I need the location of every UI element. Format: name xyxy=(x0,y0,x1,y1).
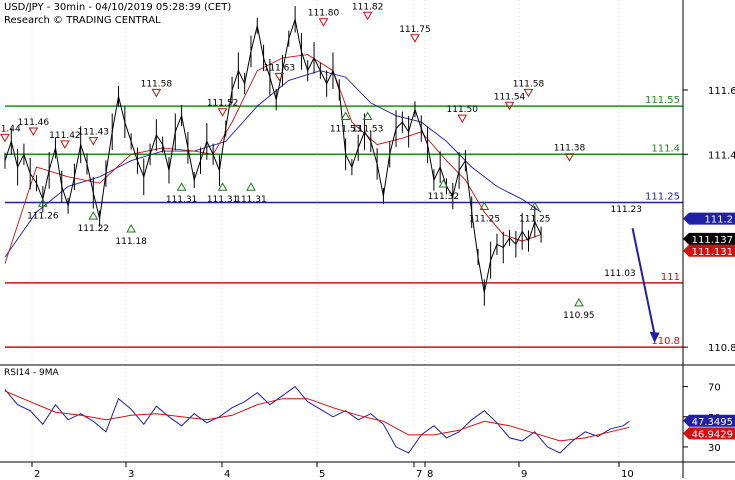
swing-high-marker xyxy=(410,34,420,43)
x-tick-label: 5 xyxy=(319,469,325,480)
projection xyxy=(631,228,660,343)
swing-low-label: 111.31 xyxy=(166,195,198,205)
price-tag-label: 111.137 xyxy=(692,235,733,246)
chart-subtitle: Research © TRADING CENTRAL xyxy=(4,15,161,26)
swing-low-label: 111.31 xyxy=(207,195,239,205)
level-label: 111.4 xyxy=(651,143,680,154)
swing-high-marker xyxy=(318,18,329,27)
swing-low-label: 110.95 xyxy=(563,311,595,321)
grid-layer xyxy=(31,0,620,462)
axes: 234578910111.6111.4111.1110.8 xyxy=(0,0,735,480)
swing-low-marker xyxy=(574,297,584,307)
swing-high-label: 111.38 xyxy=(554,144,586,154)
swing-low-label: 111.25 xyxy=(469,215,501,225)
swing-low-label: 111.26 xyxy=(27,211,59,221)
swing-low-label: 111.31 xyxy=(235,195,267,205)
swing-high-label: 111.63 xyxy=(264,63,296,73)
swing-low-label: 111.18 xyxy=(115,237,147,247)
x-tick-label: 2 xyxy=(34,469,40,480)
swing-markers: 111.44111.46111.26111.42111.43111.22111.… xyxy=(0,2,642,321)
swing-high-label: 111.58 xyxy=(513,79,545,89)
swing-low-label: 111.22 xyxy=(78,224,110,234)
swing-high-label: 111.50 xyxy=(447,105,479,115)
x-tick-label: 3 xyxy=(128,469,134,480)
swing-low-marker xyxy=(246,182,256,191)
y-tick-label: 111.4 xyxy=(708,150,735,161)
swing-high-marker xyxy=(60,140,70,149)
swing-high-label: 111.52 xyxy=(207,99,239,109)
swing-high-marker xyxy=(362,11,373,21)
price-annotation: 111.23 xyxy=(610,205,642,215)
swing-high-marker xyxy=(0,133,10,143)
swing-high-label: 111.54 xyxy=(494,92,526,102)
rsi-label: RSI14 - 9MA xyxy=(4,368,59,378)
swing-low-label: 111.32 xyxy=(428,192,460,202)
swing-high-label: 111.43 xyxy=(78,128,110,138)
y-tick-label: 110.8 xyxy=(708,343,735,354)
swing-high-marker xyxy=(151,88,162,98)
swing-low-label: 111.25 xyxy=(519,215,551,225)
rsi-tag-label: 47.3495 xyxy=(692,417,733,428)
price-tag-label: 111.131 xyxy=(692,247,733,258)
price-tag-label: 111.2 xyxy=(704,215,733,226)
level-label: 111.55 xyxy=(645,95,680,106)
y-tick-label: 111.6 xyxy=(708,86,735,97)
rsi-tag-label: 46.9429 xyxy=(692,429,733,440)
swing-low-marker xyxy=(479,201,490,210)
swing-high-label: 111.75 xyxy=(399,25,431,35)
rsi-y-tick-label: 70 xyxy=(708,383,721,394)
swing-high-label: 111.42 xyxy=(49,131,81,141)
usdjpy-chart: 111.55111.4111.25111110.8 111.44111.4611… xyxy=(0,0,735,480)
swing-high-marker xyxy=(217,108,228,117)
swing-low-marker xyxy=(88,211,99,220)
swing-high-marker xyxy=(523,88,534,98)
swing-low-label: 111.53 xyxy=(352,125,384,135)
swing-high-marker xyxy=(88,137,99,146)
price-annotation: 111.03 xyxy=(604,269,636,279)
swing-low-marker xyxy=(176,182,187,191)
swing-high-marker xyxy=(457,114,468,124)
swing-high-label: 111.58 xyxy=(141,79,173,89)
rsi-y-tick-label: 30 xyxy=(708,443,721,454)
price-tags: 111.2 111.137111.131 xyxy=(683,212,735,258)
chart-title: USD/JPY - 30min - 04/10/2019 05:28:39 (C… xyxy=(4,2,232,13)
swing-high-label: 111.46 xyxy=(18,118,50,128)
x-tick-label: 4 xyxy=(224,469,230,480)
level-label: 111.25 xyxy=(645,192,680,203)
swing-high-label: 111.82 xyxy=(352,2,384,12)
x-tick-label: 7 xyxy=(416,469,422,480)
projection-arrow-shaft xyxy=(631,228,656,335)
x-tick-label: 9 xyxy=(521,469,527,480)
x-tick-label: 10 xyxy=(621,469,634,480)
rsi-panel: 70503047.349546.9429 xyxy=(4,383,735,454)
swing-high-marker xyxy=(28,127,39,137)
swing-low-marker xyxy=(126,223,137,233)
swing-high-label: 111.80 xyxy=(308,9,340,19)
x-tick-label: 8 xyxy=(427,469,433,480)
level-label: 111 xyxy=(661,272,680,283)
